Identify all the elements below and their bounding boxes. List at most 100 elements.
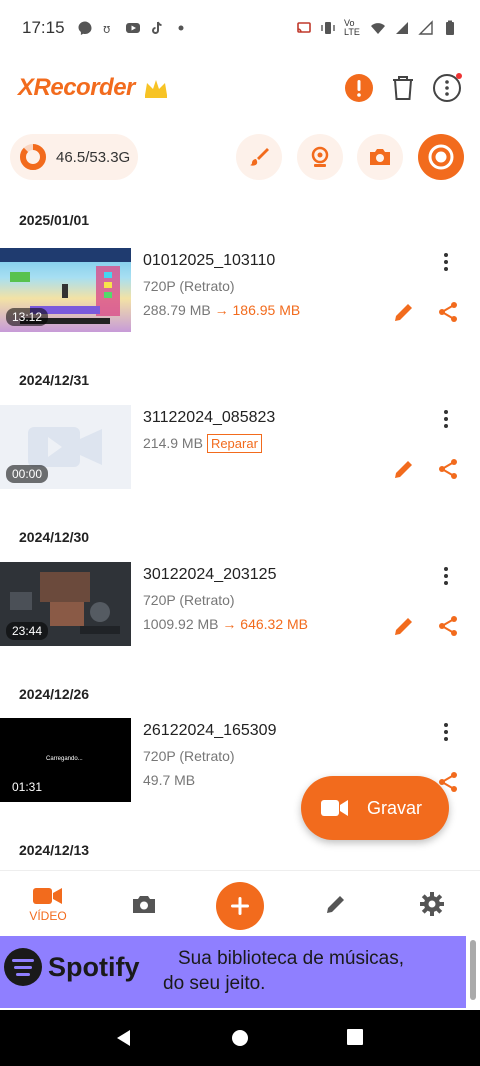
cast-icon: [297, 22, 311, 33]
system-icons: Vo LTE: [296, 19, 458, 37]
brush-tool-button[interactable]: [236, 134, 282, 180]
nav-video-label: VÍDEO: [29, 909, 67, 923]
duration-label: 23:44: [6, 622, 49, 640]
tiktok-icon: [151, 21, 162, 34]
edit-icon[interactable]: [392, 300, 416, 324]
date-header: 2024/12/30: [19, 529, 90, 545]
dot-icon: [178, 25, 184, 31]
item-more-button[interactable]: [436, 250, 456, 274]
original-size: 214.9 MB: [143, 435, 203, 451]
ad-text-line-1: Sua biblioteca de músicas,: [178, 948, 405, 969]
more-options-button[interactable]: [432, 73, 462, 103]
recording-size-row: 1009.92 MB → 646.32 MB: [143, 616, 308, 632]
recording-size-row: 214.9 MB Reparar: [143, 434, 262, 453]
share-icon[interactable]: [436, 614, 460, 638]
recording-title: 31122024_085823: [143, 409, 276, 426]
edit-icon[interactable]: [392, 457, 416, 481]
more-vertical-icon: [444, 567, 448, 585]
list-item[interactable]: 00:00 31122024_085823 214.9 MB Reparar: [0, 405, 480, 489]
record-icon: [428, 144, 454, 170]
spotify-logo: Spotify: [4, 948, 140, 986]
home-icon[interactable]: [230, 1028, 250, 1048]
repair-button[interactable]: Reparar: [206, 434, 262, 453]
record-button[interactable]: Gravar: [301, 776, 449, 840]
date-header: 2024/12/13: [19, 842, 90, 858]
premium-crown-icon[interactable]: [143, 77, 169, 99]
tool-row: 46.5/53.3G: [0, 132, 480, 188]
nav-edit[interactable]: [312, 871, 360, 937]
original-size: 49.7 MB: [143, 772, 196, 788]
alert-icon: [345, 74, 373, 102]
plus-icon: [231, 897, 249, 915]
more-vertical-icon: [444, 253, 448, 271]
nav-video[interactable]: VÍDEO: [24, 871, 72, 937]
camera-icon: [133, 896, 155, 913]
notification-icons: ʊ: [77, 20, 189, 36]
ad-banner[interactable]: Spotify Sua biblioteca de músicas, do se…: [0, 936, 466, 1008]
volte-label: Vo LTE: [344, 18, 360, 37]
brush-icon: [250, 148, 269, 166]
date-header: 2025/01/01: [19, 212, 90, 228]
alert-button[interactable]: [344, 73, 374, 103]
arrow-right-icon: →: [222, 616, 237, 632]
video-thumbnail[interactable]: Carregando... 01:31: [0, 718, 131, 802]
share-icon[interactable]: [436, 457, 460, 481]
battery-icon: [446, 20, 454, 35]
back-icon[interactable]: [114, 1028, 134, 1048]
video-camera-icon: [321, 800, 348, 816]
facecam-button[interactable]: [297, 134, 343, 180]
add-button[interactable]: [216, 882, 264, 930]
ad-text-line-2: do seu jeito.: [163, 973, 266, 994]
ad-brand-name: Spotify: [48, 951, 140, 982]
signal-2-icon: [418, 20, 433, 35]
item-more-button[interactable]: [436, 407, 456, 431]
recents-icon[interactable]: [346, 1028, 364, 1046]
list-item[interactable]: 13:12 01012025_103110 720P (Retrato) 288…: [0, 248, 480, 332]
duration-label: 13:12: [6, 308, 49, 326]
list-item[interactable]: 23:44 30122024_203125 720P (Retrato) 100…: [0, 562, 480, 646]
video-thumbnail[interactable]: 00:00: [0, 405, 131, 489]
item-more-button[interactable]: [436, 720, 456, 744]
item-more-button[interactable]: [436, 564, 456, 588]
recording-resolution: 720P (Retrato): [143, 748, 235, 764]
nav-settings[interactable]: [408, 871, 456, 937]
original-size: 288.79 MB: [143, 302, 211, 318]
recording-size-row: 288.79 MB → 186.95 MB: [143, 302, 300, 318]
edit-icon[interactable]: [392, 614, 416, 638]
recording-size-row: 49.7 MB: [143, 772, 195, 788]
nav-screenshots[interactable]: [120, 871, 168, 937]
spotify-icon: [4, 948, 42, 986]
trash-icon: [393, 76, 413, 100]
date-header: 2024/12/26: [19, 686, 90, 702]
screenshot-tool-button[interactable]: [357, 134, 403, 180]
ad-scroll-indicator: [470, 940, 476, 1000]
duration-label: 00:00: [6, 465, 49, 483]
recording-resolution: 720P (Retrato): [143, 592, 235, 608]
record-floating-button[interactable]: [418, 134, 464, 180]
video-camera-icon: [33, 888, 62, 904]
recording-resolution: 720P (Retrato): [143, 278, 235, 294]
compressed-size: 186.95 MB: [232, 302, 301, 318]
gear-icon: [420, 892, 444, 916]
more-vertical-icon: [444, 410, 448, 428]
arrow-right-icon: →: [214, 302, 229, 318]
duration-label: 01:31: [12, 780, 43, 794]
video-thumbnail[interactable]: 23:44: [0, 562, 131, 646]
share-icon[interactable]: [436, 300, 460, 324]
original-size: 1009.92 MB: [143, 616, 219, 632]
thumbnail-loading-text: Carregando...: [46, 756, 83, 762]
notification-dot: [456, 73, 462, 79]
status-bar: 17:15 ʊ Vo LTE: [0, 0, 480, 56]
video-thumbnail[interactable]: 13:12: [0, 248, 131, 332]
svg-text:ʊ: ʊ: [103, 22, 110, 36]
app-bar: XRecorder: [0, 60, 480, 116]
delete-button[interactable]: [388, 73, 418, 103]
wifi-icon: [371, 23, 385, 34]
pencil-icon: [327, 896, 344, 913]
storage-indicator[interactable]: 46.5/53.3G: [10, 134, 138, 180]
storage-text: 46.5/53.3G: [56, 148, 131, 166]
vibrate-icon: [321, 22, 335, 34]
messenger-icon: [78, 21, 92, 35]
more-vertical-icon: [444, 723, 448, 741]
app-logo: XRecorder: [18, 74, 135, 101]
